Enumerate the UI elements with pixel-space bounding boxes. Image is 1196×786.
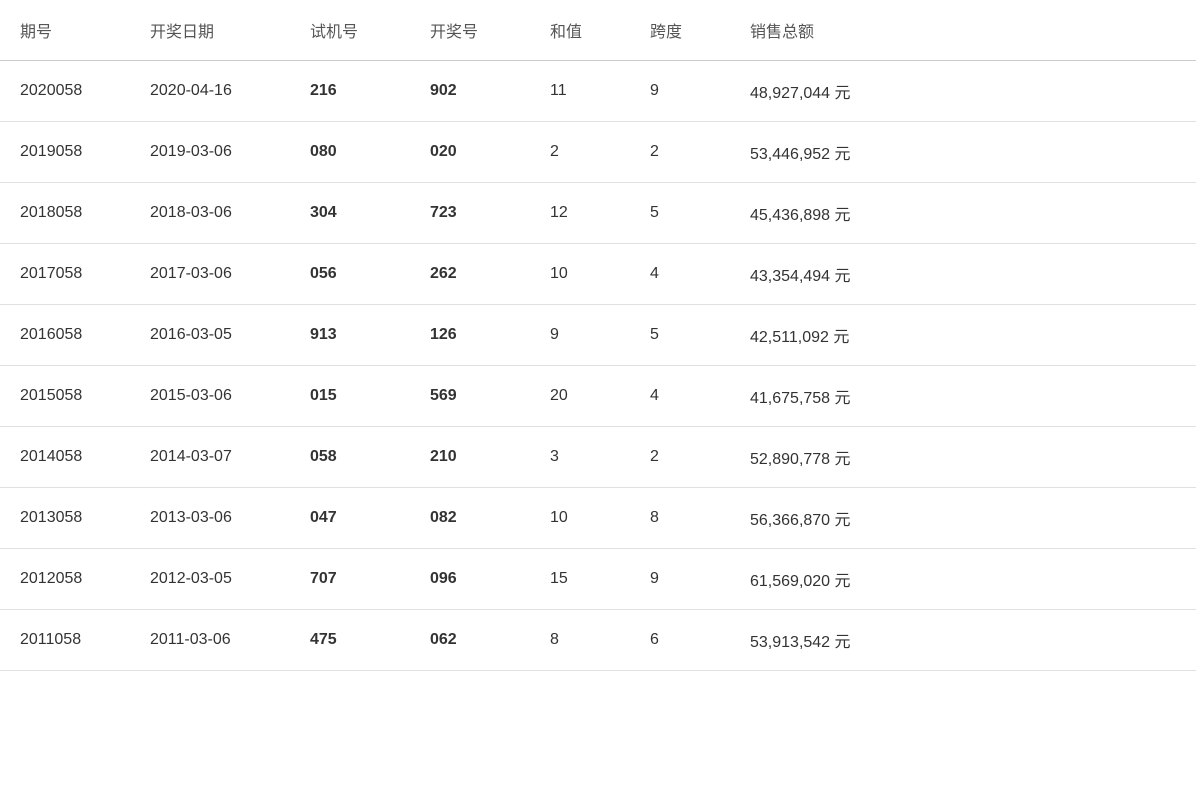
cell-qihao: 2018058 [0,183,130,244]
cell-kuadu: 5 [630,183,730,244]
cell-hezhi: 15 [530,549,630,610]
cell-kuadu: 8 [630,488,730,549]
table-row: 20120582012-03-0570709615961,569,020 元 [0,549,1196,610]
cell-date: 2019-03-06 [130,122,290,183]
cell-sales: 53,913,542 元 [730,610,1196,671]
cell-kuadu: 2 [630,427,730,488]
cell-kaijang: 262 [410,244,530,305]
cell-shiji: 304 [290,183,410,244]
cell-qihao: 2015058 [0,366,130,427]
cell-sales: 48,927,044 元 [730,61,1196,122]
cell-shiji: 058 [290,427,410,488]
cell-sales: 53,446,952 元 [730,122,1196,183]
cell-sales: 56,366,870 元 [730,488,1196,549]
cell-hezhi: 8 [530,610,630,671]
cell-shiji: 056 [290,244,410,305]
cell-sales: 42,511,092 元 [730,305,1196,366]
header-date: 开奖日期 [130,0,290,61]
header-kuadu: 跨度 [630,0,730,61]
cell-shiji: 216 [290,61,410,122]
cell-qihao: 2020058 [0,61,130,122]
cell-qihao: 2013058 [0,488,130,549]
cell-kaijang: 082 [410,488,530,549]
cell-kuadu: 2 [630,122,730,183]
cell-hezhi: 2 [530,122,630,183]
cell-qihao: 2012058 [0,549,130,610]
cell-kaijang: 096 [410,549,530,610]
table-row: 20190582019-03-060800202253,446,952 元 [0,122,1196,183]
header-shiji: 试机号 [290,0,410,61]
table-row: 20170582017-03-0605626210443,354,494 元 [0,244,1196,305]
cell-date: 2016-03-05 [130,305,290,366]
cell-date: 2017-03-06 [130,244,290,305]
table-row: 20160582016-03-059131269542,511,092 元 [0,305,1196,366]
table-row: 20180582018-03-0630472312545,436,898 元 [0,183,1196,244]
cell-kaijang: 126 [410,305,530,366]
header-qihao: 期号 [0,0,130,61]
header-kaijang: 开奖号 [410,0,530,61]
cell-kuadu: 9 [630,61,730,122]
cell-hezhi: 11 [530,61,630,122]
cell-sales: 52,890,778 元 [730,427,1196,488]
cell-shiji: 707 [290,549,410,610]
cell-kaijang: 210 [410,427,530,488]
cell-hezhi: 12 [530,183,630,244]
cell-hezhi: 10 [530,488,630,549]
cell-shiji: 080 [290,122,410,183]
cell-kuadu: 4 [630,244,730,305]
main-container: 期号 开奖日期 试机号 开奖号 和值 跨度 销售总额 20200582020-0… [0,0,1196,786]
table-row: 20130582013-03-0604708210856,366,870 元 [0,488,1196,549]
cell-date: 2020-04-16 [130,61,290,122]
cell-date: 2018-03-06 [130,183,290,244]
cell-date: 2014-03-07 [130,427,290,488]
cell-kuadu: 4 [630,366,730,427]
cell-hezhi: 20 [530,366,630,427]
cell-shiji: 913 [290,305,410,366]
cell-shiji: 047 [290,488,410,549]
header-sales: 销售总额 [730,0,1196,61]
cell-sales: 43,354,494 元 [730,244,1196,305]
cell-date: 2012-03-05 [130,549,290,610]
cell-kuadu: 9 [630,549,730,610]
table-row: 20140582014-03-070582103252,890,778 元 [0,427,1196,488]
cell-qihao: 2017058 [0,244,130,305]
table-row: 20150582015-03-0601556920441,675,758 元 [0,366,1196,427]
cell-shiji: 475 [290,610,410,671]
cell-hezhi: 9 [530,305,630,366]
cell-kaijang: 723 [410,183,530,244]
cell-kuadu: 5 [630,305,730,366]
cell-qihao: 2019058 [0,122,130,183]
cell-date: 2011-03-06 [130,610,290,671]
cell-hezhi: 3 [530,427,630,488]
cell-date: 2015-03-06 [130,366,290,427]
cell-qihao: 2016058 [0,305,130,366]
cell-shiji: 015 [290,366,410,427]
cell-sales: 41,675,758 元 [730,366,1196,427]
table-row: 20200582020-04-1621690211948,927,044 元 [0,61,1196,122]
cell-kaijang: 062 [410,610,530,671]
cell-kaijang: 020 [410,122,530,183]
cell-date: 2013-03-06 [130,488,290,549]
table-header-row: 期号 开奖日期 试机号 开奖号 和值 跨度 销售总额 [0,0,1196,61]
cell-qihao: 2014058 [0,427,130,488]
cell-qihao: 2011058 [0,610,130,671]
cell-kaijang: 902 [410,61,530,122]
cell-kaijang: 569 [410,366,530,427]
table-row: 20110582011-03-064750628653,913,542 元 [0,610,1196,671]
lottery-table: 期号 开奖日期 试机号 开奖号 和值 跨度 销售总额 20200582020-0… [0,0,1196,671]
header-hezhi: 和值 [530,0,630,61]
cell-sales: 45,436,898 元 [730,183,1196,244]
cell-sales: 61,569,020 元 [730,549,1196,610]
cell-kuadu: 6 [630,610,730,671]
cell-hezhi: 10 [530,244,630,305]
